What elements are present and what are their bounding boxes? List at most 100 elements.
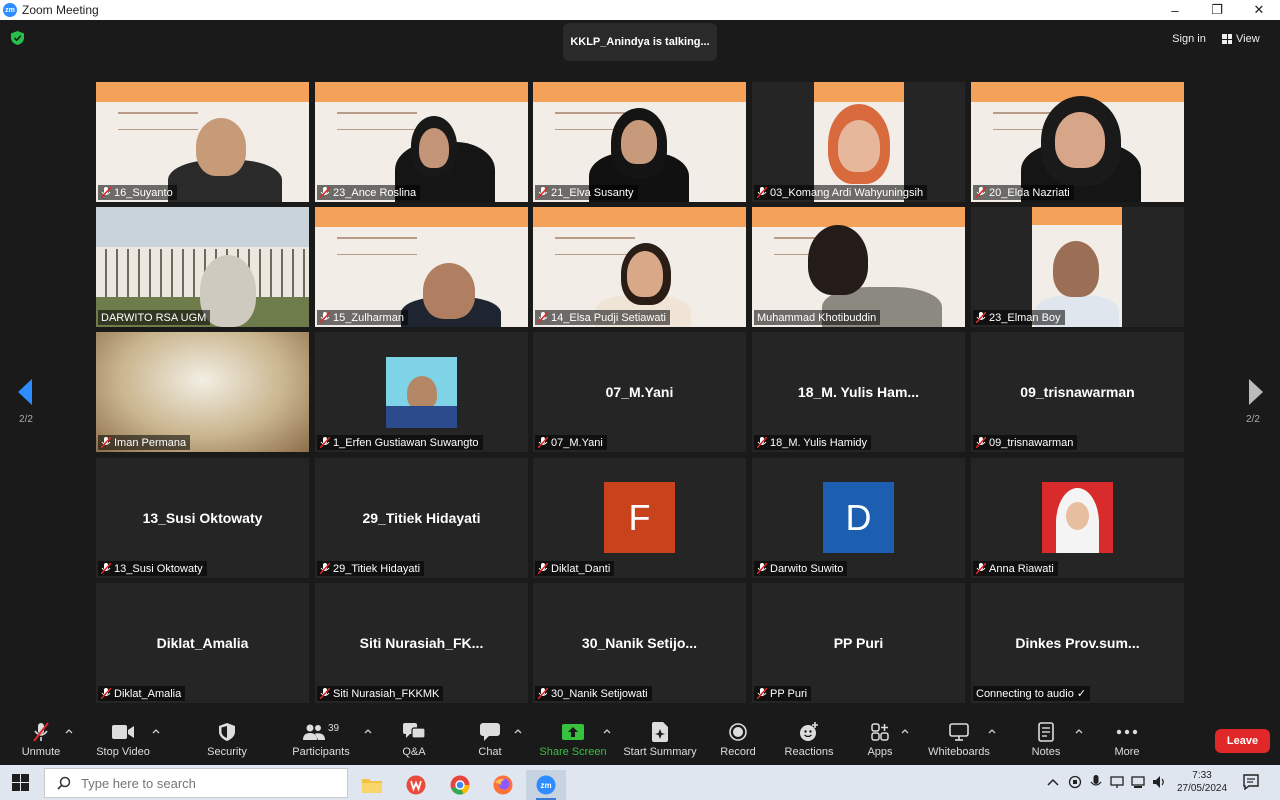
participant-display-name: 18_M. Yulis Ham... (797, 384, 920, 400)
reactions-emoji-icon (800, 722, 818, 741)
apps-label: Apps (867, 746, 893, 758)
share-screen-button[interactable]: Share Screen (539, 721, 607, 765)
tray-app-icon[interactable] (1068, 775, 1082, 789)
participant-nameplate: 16_Suyanto (98, 185, 177, 200)
qa-button[interactable]: Q&A (396, 721, 432, 765)
video-tile[interactable]: 13_Susi Oktowaty 13_Susi Oktowaty (96, 458, 309, 578)
mic-muted-icon (538, 563, 548, 574)
stop-video-button[interactable]: Stop Video (94, 721, 152, 765)
display-tray-icon[interactable] (1110, 775, 1124, 789)
page-indicator-right: 2/2 (1246, 414, 1260, 425)
participant-nameplate: 09_trisnawarman (973, 435, 1078, 450)
record-icon (729, 723, 747, 741)
gallery-grid: 16_Suyanto 23_Ance Roslina 21_Elva Susan… (96, 82, 1184, 703)
participant-display-name: 29_Titiek Hidayati (362, 510, 481, 526)
video-tile[interactable]: Siti Nurasiah_FK... Siti Nurasiah_FKKMK (315, 583, 528, 703)
firefox-taskbar-icon[interactable] (483, 770, 523, 800)
video-tile[interactable]: 15_Zulharman (315, 207, 528, 327)
video-tile[interactable]: 23_Elman Boy (971, 207, 1184, 327)
video-tile[interactable]: 16_Suyanto (96, 82, 309, 202)
mic-muted-icon (976, 312, 986, 323)
notes-button[interactable]: Notes (1026, 721, 1066, 765)
taskbar-search-input[interactable] (81, 775, 331, 791)
notes-options-caret-icon[interactable] (1075, 728, 1083, 734)
participants-count: 39 (327, 722, 340, 734)
participants-button[interactable]: 39 Participants (290, 721, 352, 765)
participant-name: 07_M.Yani (551, 436, 603, 449)
whiteboards-options-caret-icon[interactable] (988, 728, 996, 734)
whiteboards-button[interactable]: Whiteboards (926, 721, 992, 765)
video-tile[interactable]: 1_Erfen Gustiawan Suwangto (315, 332, 528, 452)
apps-button[interactable]: Apps (862, 721, 898, 765)
mic-muted-icon (757, 437, 767, 448)
video-tile[interactable]: 18_M. Yulis Ham... 18_M. Yulis Hamidy (752, 332, 965, 452)
windows-start-icon[interactable] (12, 774, 29, 791)
file-explorer-taskbar-icon[interactable] (352, 770, 392, 800)
chat-options-caret-icon[interactable] (514, 728, 522, 734)
participant-display-name: Diklat_Amalia (156, 635, 249, 651)
participants-label: Participants (292, 746, 350, 758)
notifications-icon[interactable] (1243, 774, 1259, 790)
video-tile[interactable]: Dinkes Prov.sum... Connecting to audio ✓ (971, 583, 1184, 703)
video-tile[interactable]: 20_Elda Nazriati (971, 82, 1184, 202)
video-tile[interactable]: Anna Riawati (971, 458, 1184, 578)
reactions-button[interactable]: Reactions (784, 721, 834, 765)
leave-button[interactable]: Leave (1215, 729, 1270, 753)
video-tile[interactable]: 29_Titiek Hidayati 29_Titiek Hidayati (315, 458, 528, 578)
system-clock[interactable]: 7:33 27/05/2024 (1172, 769, 1232, 795)
video-tile[interactable]: Diklat_Amalia Diklat_Amalia (96, 583, 309, 703)
taskbar-search-box[interactable] (44, 768, 348, 798)
video-tile[interactable]: PP Puri PP Puri (752, 583, 965, 703)
video-tile[interactable]: 23_Ance Roslina (315, 82, 528, 202)
participant-name: 20_Elda Nazriati (989, 186, 1070, 199)
start-summary-button[interactable]: Start Summary (622, 721, 698, 765)
chrome-taskbar-icon[interactable] (440, 770, 480, 800)
clock-time: 7:33 (1192, 770, 1212, 781)
zoom-taskbar-icon[interactable]: zm (526, 770, 566, 800)
microphone-in-use-icon[interactable] (1089, 775, 1103, 789)
volume-speaker-icon[interactable] (1152, 775, 1166, 789)
whiteboard-icon (949, 723, 969, 741)
audio-options-caret-icon[interactable] (65, 728, 73, 734)
participant-nameplate: Muhammad Khotibuddin (754, 310, 881, 325)
previous-page-arrow-icon[interactable] (16, 379, 36, 405)
view-button[interactable]: View (1222, 30, 1272, 48)
video-tile[interactable]: Muhammad Khotibuddin (752, 207, 965, 327)
video-tile[interactable]: 07_M.Yani 07_M.Yani (533, 332, 746, 452)
video-options-caret-icon[interactable] (152, 728, 160, 734)
network-icon[interactable] (1131, 775, 1145, 789)
participant-display-name: 13_Susi Oktowaty (142, 510, 263, 526)
participant-nameplate: 23_Ance Roslina (317, 185, 421, 200)
apps-options-caret-icon[interactable] (901, 728, 909, 734)
sign-in-button[interactable]: Sign in (1167, 30, 1211, 48)
participant-name: Iman Permana (114, 436, 187, 449)
video-tile[interactable]: Iman Permana (96, 332, 309, 452)
video-tile-active-speaker[interactable]: 21_Elva Susanty (533, 82, 746, 202)
more-button[interactable]: More (1108, 721, 1146, 765)
video-tile[interactable]: 09_trisnawarman 09_trisnawarman (971, 332, 1184, 452)
video-tile[interactable]: F Diklat_Danti (533, 458, 746, 578)
participant-nameplate: 18_M. Yulis Hamidy (754, 435, 872, 450)
participants-options-caret-icon[interactable] (364, 728, 372, 734)
video-tile[interactable]: 30_Nanik Setijo... 30_Nanik Setijowati (533, 583, 746, 703)
minimize-button[interactable]: – (1154, 0, 1196, 20)
share-options-caret-icon[interactable] (603, 728, 611, 734)
close-button[interactable]: ✕ (1238, 0, 1280, 20)
video-tile[interactable]: DARWITO RSA UGM (96, 207, 309, 327)
record-button[interactable]: Record (718, 721, 758, 765)
video-tile[interactable]: 03_Komang Ardi Wahyuningsih (752, 82, 965, 202)
restore-button[interactable]: ❐ (1196, 0, 1238, 20)
chat-button[interactable]: Chat (472, 721, 508, 765)
wps-office-taskbar-icon[interactable] (396, 770, 436, 800)
next-page-arrow-icon[interactable] (1245, 379, 1265, 405)
video-tile[interactable]: 14_Elsa Pudji Setiawati (533, 207, 746, 327)
stop-video-label: Stop Video (96, 746, 150, 758)
video-tile[interactable]: D Darwito Suwito (752, 458, 965, 578)
show-hidden-icons-chevron-icon[interactable] (1046, 775, 1060, 789)
participant-nameplate: DARWITO RSA UGM (98, 310, 211, 325)
unmute-button[interactable]: Unmute (18, 721, 64, 765)
security-button[interactable]: Security (204, 721, 250, 765)
participant-nameplate: 30_Nanik Setijowati (535, 686, 652, 701)
encryption-shield-icon[interactable] (11, 31, 24, 45)
participant-nameplate: Siti Nurasiah_FKKMK (317, 686, 444, 701)
